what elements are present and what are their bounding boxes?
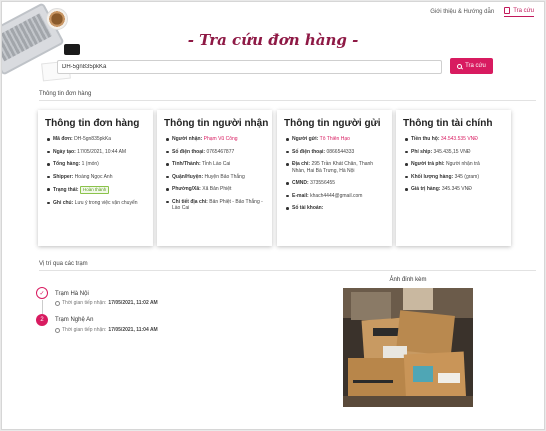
document-icon (504, 7, 511, 14)
receiver-address-item: Chi tiết địa chỉ: Bản Phiệt - Bảo Thắng … (164, 199, 265, 212)
clock-icon (55, 300, 60, 306)
finance-card-title: Thông tin tài chính (403, 118, 493, 129)
top-nav: Giới thiệu & Hướng dẫn Tra cứu (430, 7, 534, 17)
sender-id-item: CMND: 373556455 (284, 180, 385, 187)
sender-phone-item: Số điện thoại: 0866544333 (284, 149, 385, 156)
status-badge: Hoàn thành (79, 186, 110, 194)
receiver-phone-item: Số điện thoại: 0765467877 (164, 149, 265, 156)
order-card-title: Thông tin đơn hàng (45, 118, 140, 129)
timeline-time-1: Thời gian tiếp nhận: 17/05/2021, 11:02 A… (55, 300, 158, 306)
order-code-input[interactable] (57, 60, 442, 74)
timeline-time-2: Thời gian tiếp nhận: 17/05/2021, 11:04 A… (55, 327, 158, 333)
sender-info-card: Thông tin người gửi Người gửi: Tô Thiên … (277, 110, 392, 246)
receiver-card-title: Thông tin người nhận (164, 118, 269, 129)
finance-cod-item: Tiền thu hộ: 34.543.535 VNĐ (403, 136, 504, 143)
timeline-station-2: Trạm Nghệ An (55, 317, 94, 323)
clock-icon (55, 327, 60, 333)
finance-payer-item: Người trả phí: Người nhận trả (403, 161, 504, 168)
finance-value-item: Giá trị hàng: 345.345 VNĐ (403, 186, 504, 193)
sender-address-item: Địa chỉ: 295 Trần Khát Chân, Thanh Nhàn,… (284, 161, 385, 174)
divider (39, 270, 536, 271)
sender-email-item: E-mail: khach4444@gmail.com (284, 193, 385, 200)
order-note-item: Ghi chú: Lưu ý trong việc vận chuyển (45, 200, 146, 207)
nav-lookup-link[interactable]: Tra cứu (504, 7, 534, 17)
search-button[interactable]: Tra cứu (450, 58, 493, 74)
order-status-item: Trạng thái: Hoàn thành (45, 186, 146, 194)
receiver-info-card: Thông tin người nhận Người nhận: Phạm Vũ… (157, 110, 272, 246)
section-order-info-label: Thông tin đơn hàng (39, 91, 92, 97)
timeline-done-icon: ✓ (36, 287, 48, 299)
order-total-item: Tổng hàng: 1 (món) (45, 161, 146, 168)
attachment-label: Ảnh đính kèm (389, 277, 427, 283)
receiver-province-item: Tỉnh/Thành: Tỉnh Lào Cai (164, 161, 265, 168)
order-code-item: Mã đơn: DH-5gn835pkKa (45, 136, 146, 143)
search-button-label: Tra cứu (465, 63, 486, 69)
sender-account-item: Số tài khoản: (284, 205, 385, 212)
order-shipper-item: Shipper: Hoàng Ngọc Anh (45, 174, 146, 181)
section-location-label: Vị trí qua các trạm (39, 261, 88, 267)
receiver-ward-item: Phường/Xã: Xã Bản Phiệt (164, 186, 265, 193)
attachment-photo[interactable] (343, 288, 473, 407)
divider (39, 100, 536, 101)
finance-fee-item: Phí ship: 345.435,15 VNĐ (403, 149, 504, 156)
page: Giới thiệu & Hướng dẫn Tra cứu - Tra cứu… (1, 1, 545, 430)
receiver-name-item: Người nhận: Phạm Vũ Công (164, 136, 265, 143)
search-icon (457, 63, 463, 69)
nav-intro-link[interactable]: Giới thiệu & Hướng dẫn (430, 9, 494, 15)
page-title: - Tra cứu đơn hàng - (187, 31, 359, 49)
timeline-station-1: Trạm Hà Nội (55, 291, 89, 297)
sender-name-item: Người gửi: Tô Thiên Hạo (284, 136, 385, 143)
timeline-step-2-marker: 2 (36, 314, 48, 326)
order-info-card: Thông tin đơn hàng Mã đơn: DH-5gn835pkKa… (38, 110, 153, 246)
timeline-connector (42, 300, 43, 314)
sender-card-title: Thông tin người gửi (284, 118, 381, 129)
finance-info-card: Thông tin tài chính Tiền thu hộ: 34.543.… (396, 110, 511, 246)
order-date-item: Ngày tạo: 17/05/2021, 10:44 AM (45, 149, 146, 156)
receiver-district-item: Quận/Huyện: Huyện Bảo Thắng (164, 174, 265, 181)
finance-weight-item: Khối lượng hàng: 345 (gram) (403, 174, 504, 181)
nav-lookup-label: Tra cứu (513, 7, 534, 14)
coffee-cup-illustration (46, 8, 68, 30)
